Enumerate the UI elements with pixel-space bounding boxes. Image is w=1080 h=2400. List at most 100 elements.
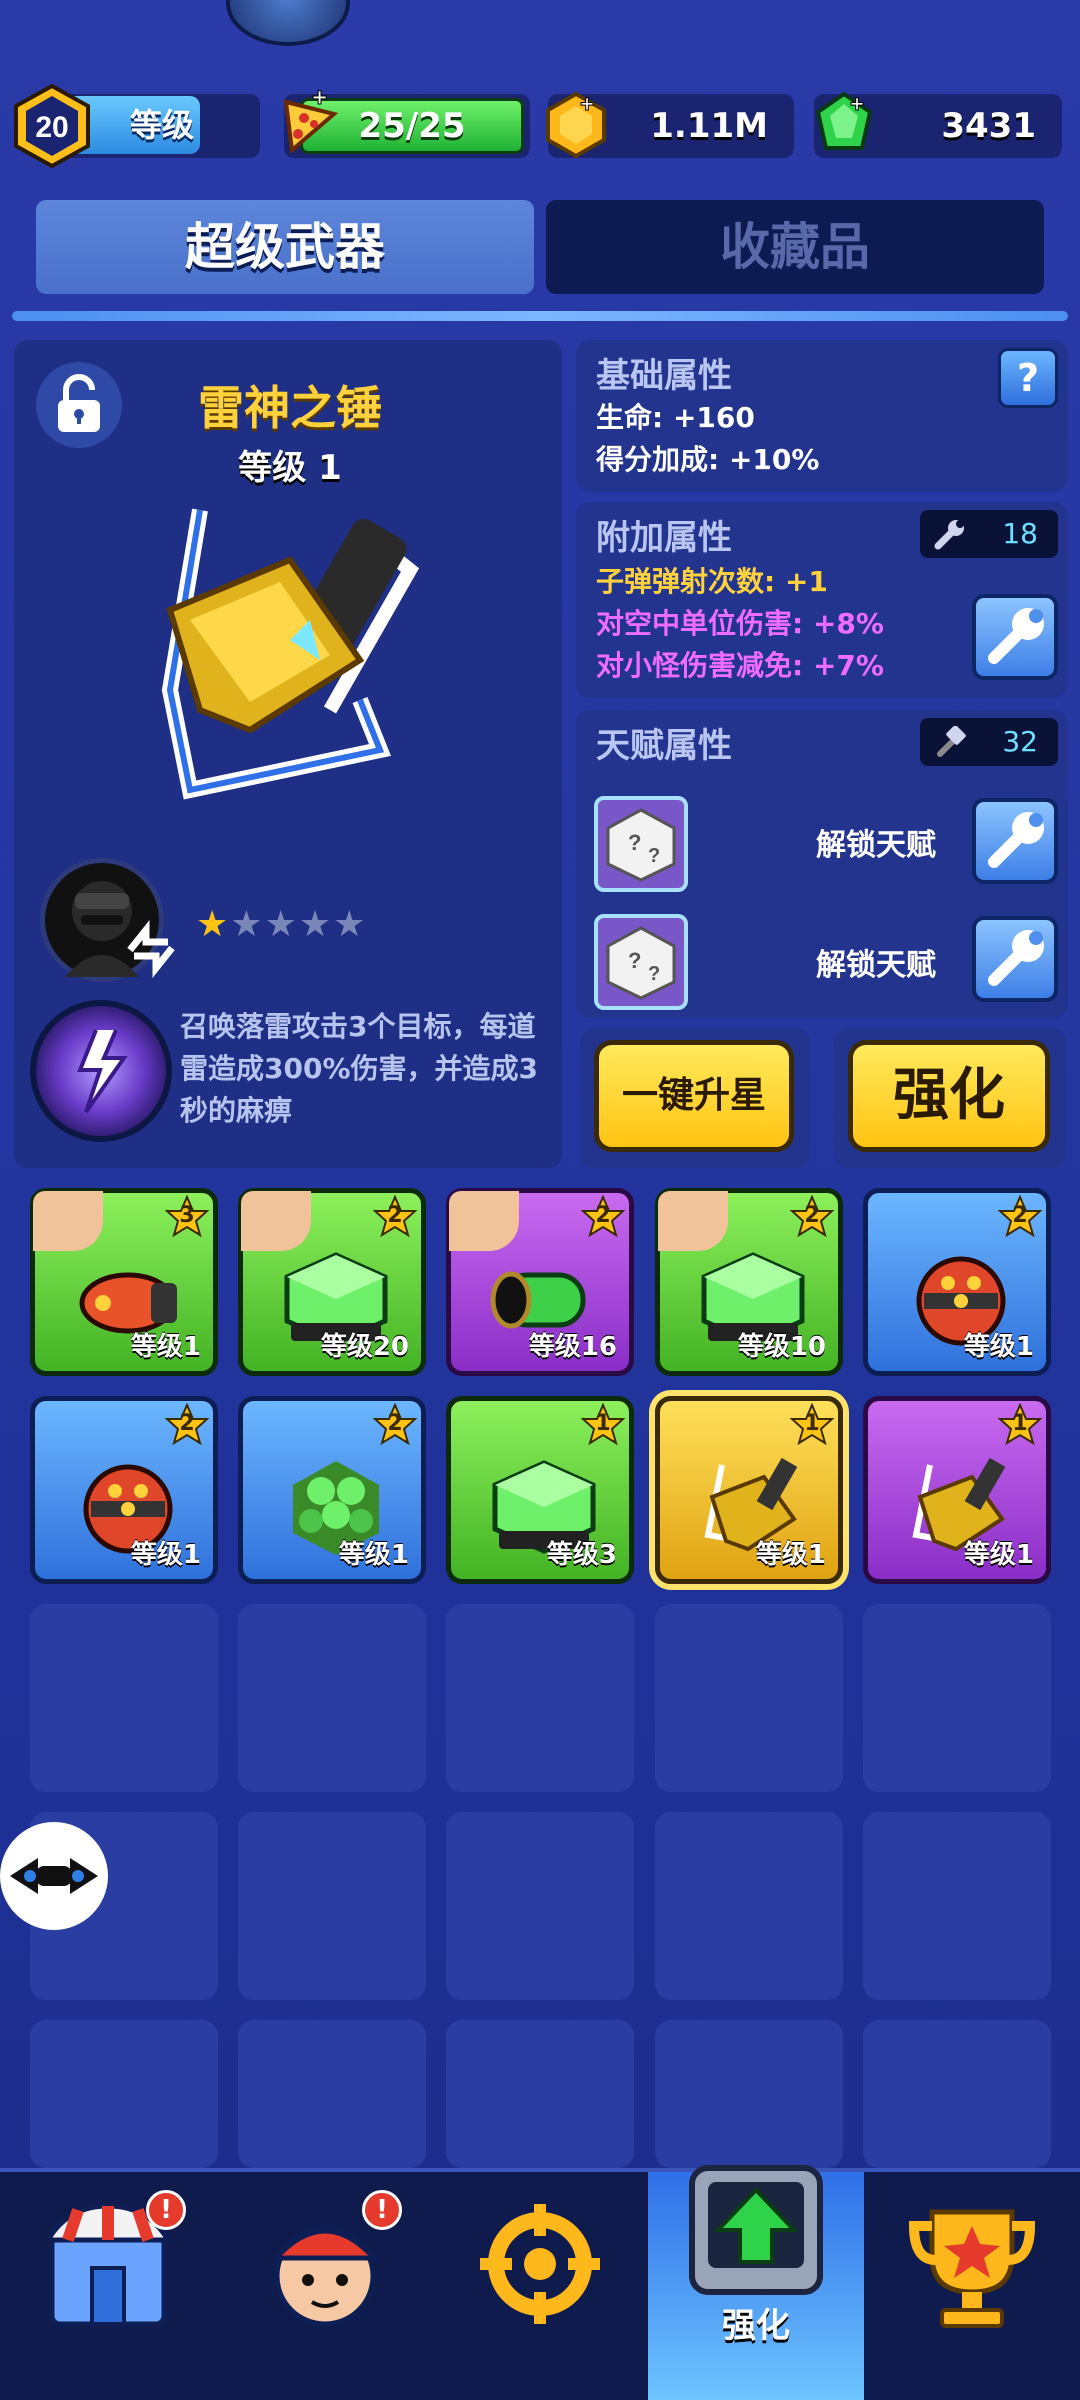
hero-face-icon (449, 1191, 519, 1251)
attr-bullet-bounce: 子弹弹射次数: +1 (596, 565, 828, 598)
level-badge-icon[interactable]: 20 (12, 84, 92, 168)
inventory-empty-slot (446, 2020, 634, 2168)
inventory-item-thor-hammer[interactable]: 1 等级1 (655, 1396, 843, 1584)
star-empty-icon: ★ (333, 904, 366, 945)
coin-plus-icon[interactable]: + (540, 88, 612, 160)
talent-attributes-count: 32 (1002, 725, 1038, 758)
help-button[interactable]: ? (998, 348, 1058, 408)
item-level: 等级3 (546, 1540, 617, 1570)
thor-hammer-image (161, 508, 420, 800)
wrench-icon (988, 930, 1044, 986)
swap-icon[interactable] (120, 920, 182, 978)
star-count-badge: 2 (164, 1402, 210, 1447)
floating-assist-button[interactable] (0, 1822, 108, 1930)
nav-battle[interactable] (432, 2172, 648, 2400)
svg-text:+: + (312, 84, 327, 112)
svg-text:+: + (580, 91, 594, 118)
talent-slot-1-button[interactable] (972, 798, 1058, 884)
star-count-badge: 2 (997, 1194, 1043, 1239)
inventory-item-red-bomb[interactable]: 2 等级1 (30, 1396, 218, 1584)
enhance-panel: 强化 (834, 1028, 1066, 1168)
inventory-item-green-hex-cluster[interactable]: 2 等级1 (238, 1396, 426, 1584)
pizza-plus-icon[interactable]: + (278, 84, 340, 154)
inventory-empty-slot (30, 2020, 218, 2168)
inventory-item-green-cannon[interactable]: 2 等级16 (446, 1188, 634, 1376)
star-count: 2 (387, 1411, 403, 1436)
star-count: 2 (804, 1203, 820, 1228)
base-attributes-card: 基础属性 ? 生命: +160 得分加成: +10% (576, 340, 1068, 492)
inventory-item-green-cube[interactable]: 2 等级20 (238, 1188, 426, 1376)
target-icon (480, 2204, 600, 2324)
nav-heroes[interactable]: ! (216, 2172, 432, 2400)
attr-hp: 生命: +160 (596, 401, 755, 434)
trophy-icon (908, 2209, 1036, 2328)
gems-value: 3431 (941, 106, 1036, 146)
star-count-badge: 2 (372, 1194, 418, 1239)
talent-slot-1-dice: ? ? (594, 796, 688, 892)
inventory-item-thor-hammer[interactable]: 1 等级1 (863, 1396, 1051, 1584)
hammer-small-icon (937, 726, 966, 757)
lightning-skill-icon (77, 1029, 128, 1114)
nav-shop[interactable]: ! (0, 2172, 216, 2400)
hero-face-icon (241, 1191, 311, 1251)
star-count: 2 (387, 1203, 403, 1228)
star-count-badge: 1 (997, 1402, 1043, 1447)
bottom-nav: ! ! 强化 (0, 2165, 1080, 2400)
nav-trophy[interactable] (864, 2172, 1080, 2400)
enhance-button[interactable]: 强化 (848, 1040, 1050, 1152)
talent-slot-2-button[interactable] (972, 916, 1058, 1002)
coins-value: 1.11M (650, 106, 768, 146)
inventory-empty-slot (655, 2020, 843, 2168)
item-level: 等级1 (755, 1540, 826, 1570)
attr-score-bonus: 得分加成: +10% (596, 443, 820, 476)
skill-icon[interactable] (30, 1000, 172, 1142)
item-level: 等级1 (963, 1332, 1034, 1362)
tab-collectibles[interactable]: 收藏品 (546, 200, 1044, 294)
nav-upgrade[interactable]: 强化 (648, 2165, 864, 2400)
inventory-empty-slot (655, 1812, 843, 2000)
inventory-empty-slot (238, 1604, 426, 1792)
tab-super-weapons[interactable]: 超级武器 (36, 200, 534, 294)
inventory-empty-slot (863, 2020, 1051, 2168)
shop-notification-badge: ! (146, 2190, 186, 2230)
star-filled-icon: ★ (196, 904, 229, 945)
inventory-empty-slot (655, 1604, 843, 1792)
item-level: 等级20 (320, 1332, 409, 1362)
inventory-empty-slot (446, 1812, 634, 2000)
talent-slot-2-dice: ? ? (594, 914, 688, 1010)
weapon-level: 等级 1 (238, 448, 342, 488)
one-key-star-button[interactable]: 一键升星 (594, 1040, 794, 1152)
inventory-empty-slot (238, 2020, 426, 2168)
lock-button[interactable] (36, 362, 122, 448)
item-level: 等级1 (130, 1332, 201, 1362)
reforge-attributes-button[interactable] (972, 594, 1058, 680)
extra-attributes-card: 附加属性 18 子弹弹射次数: +1 对空中单位伤害: +8% 对小怪伤害减免:… (576, 502, 1068, 698)
gem-plus-icon[interactable]: + (808, 88, 880, 160)
item-level: 等级1 (338, 1540, 409, 1570)
extra-attributes-count: 18 (1002, 517, 1038, 550)
inventory-empty-slot (863, 1812, 1051, 2000)
item-level: 等级16 (528, 1332, 617, 1362)
wrench-small-icon (934, 520, 964, 550)
upgrade-icon (689, 2165, 823, 2295)
star-empty-icon: ★ (298, 904, 332, 945)
skill-description: 召唤落雷攻击3个目标，每道雷造成300%伤害，并造成3秒的麻痹 (180, 1010, 538, 1127)
svg-text:?: ? (628, 830, 641, 855)
star-count: 1 (595, 1411, 611, 1436)
star-up-panel: 一键升星 (580, 1028, 810, 1168)
inventory-empty-slot (30, 1604, 218, 1792)
inventory-item-green-cube[interactable]: 1 等级3 (446, 1396, 634, 1584)
nav-upgrade-label: 强化 (722, 2306, 790, 2346)
star-count: 1 (804, 1411, 820, 1436)
attr-air-damage: 对空中单位伤害: +8% (596, 607, 884, 640)
inventory-item-orange-rocket[interactable]: 3 等级1 (30, 1188, 218, 1376)
extra-attributes-counter: 18 (920, 510, 1058, 558)
talent-attributes-title: 天赋属性 (596, 726, 732, 766)
inventory-empty-slot (863, 1604, 1051, 1792)
profile-avatar[interactable] (226, 0, 350, 46)
inventory-item-green-cube[interactable]: 2 等级10 (655, 1188, 843, 1376)
level-number: 20 (35, 111, 68, 144)
star-count: 2 (1012, 1203, 1028, 1228)
star-count: 1 (1012, 1411, 1028, 1436)
inventory-item-red-bomb[interactable]: 2 等级1 (863, 1188, 1051, 1376)
